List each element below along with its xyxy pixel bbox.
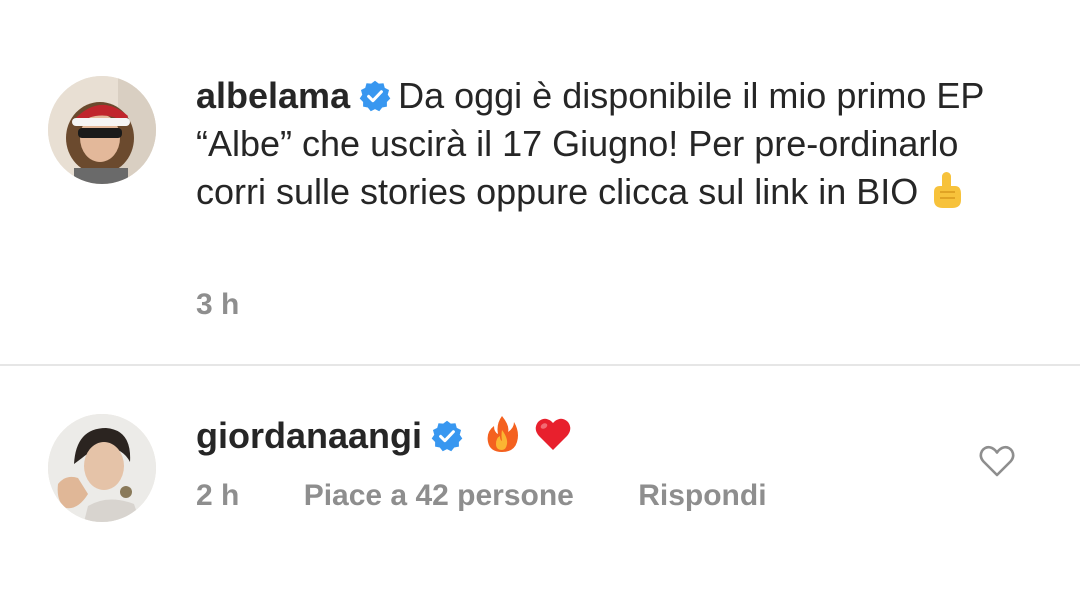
fire-icon	[487, 416, 519, 452]
avatar[interactable]	[48, 76, 156, 184]
likes-count-link[interactable]: Piace a 42 persone	[304, 479, 574, 513]
comment-text-block: giordanaangi	[196, 412, 1020, 460]
username[interactable]: albelama	[196, 75, 350, 116]
reply-button[interactable]: Rispondi	[638, 479, 766, 513]
timestamp: 2 h	[196, 479, 240, 512]
verified-badge-icon	[431, 420, 463, 452]
point-up-icon	[934, 172, 962, 208]
timestamp: 3 h	[196, 288, 240, 321]
verified-badge-icon	[359, 80, 391, 112]
comment-meta: 2 h Piace a 42 persone Rispondi	[196, 479, 823, 513]
avatar[interactable]	[48, 414, 156, 522]
username[interactable]: giordanaangi	[196, 415, 422, 456]
comment-meta: 3 h	[196, 288, 295, 322]
red-heart-icon	[535, 418, 571, 450]
comment-item: albelama Da oggi è disponibile il mio pr…	[0, 0, 1080, 365]
comment-item: giordanaangi 2 h Piace a 42 persone Risp…	[0, 366, 1080, 589]
comment-text-block: albelama Da oggi è disponibile il mio pr…	[196, 72, 1020, 216]
heart-outline-icon[interactable]	[978, 444, 1016, 478]
